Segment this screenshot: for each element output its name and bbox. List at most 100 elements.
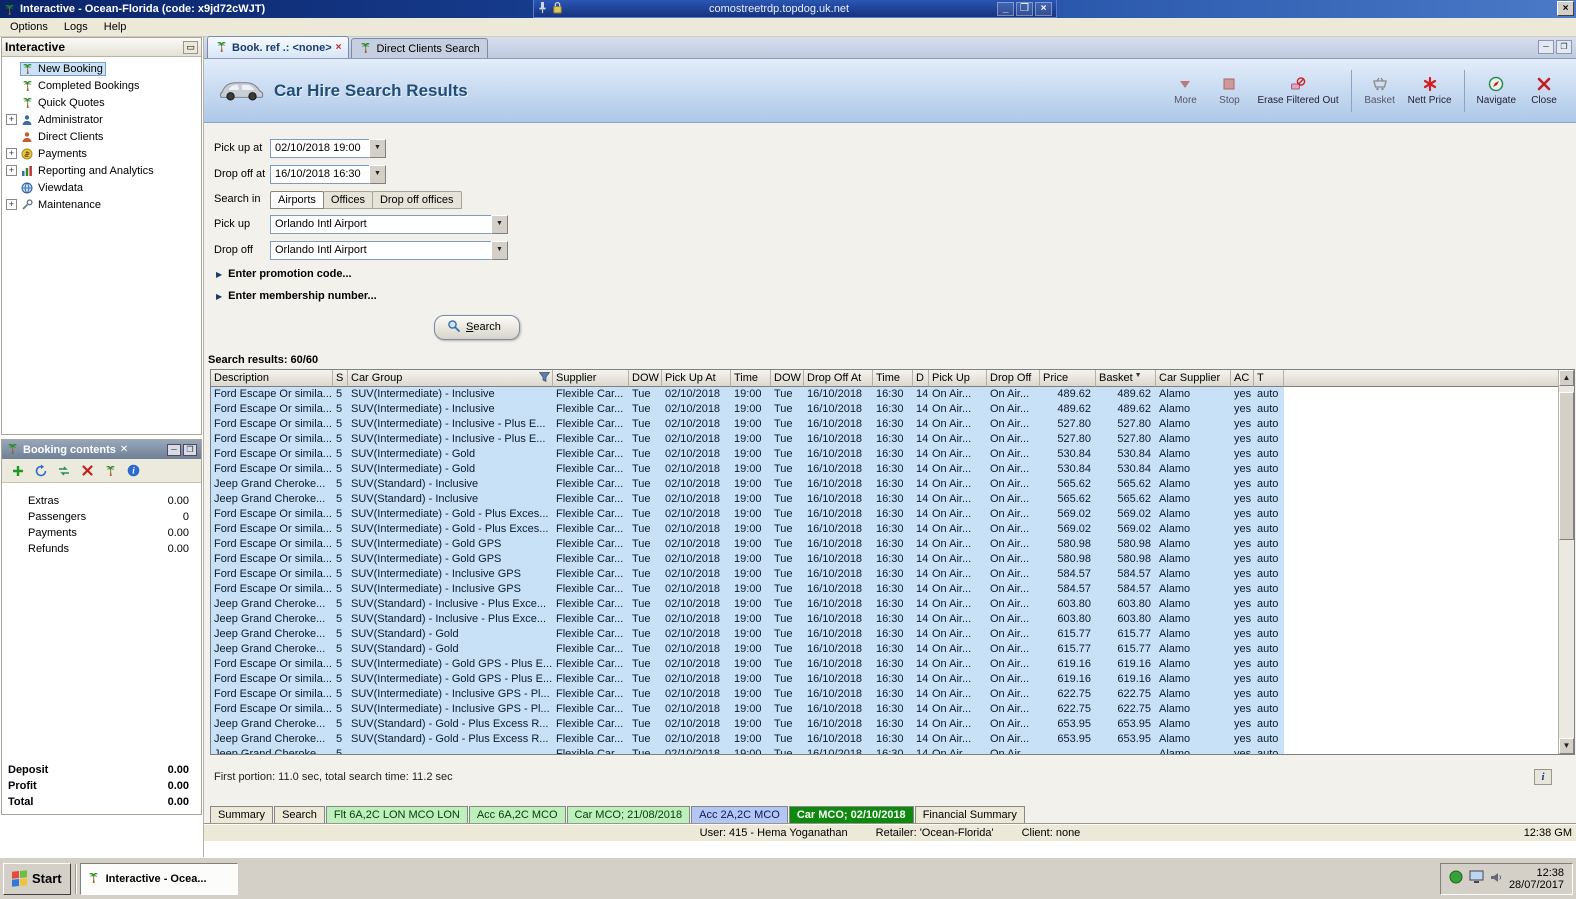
column-header-s[interactable]: S	[333, 370, 348, 387]
window-close-button[interactable]: ×	[1557, 1, 1574, 16]
expand-icon[interactable]: +	[6, 199, 17, 210]
column-header-basket[interactable]: Basket ▼	[1096, 370, 1156, 387]
transfer-icon[interactable]	[56, 463, 72, 479]
tab-close-icon[interactable]: ×	[336, 42, 342, 53]
chevron-down-icon[interactable]: ▼	[369, 164, 386, 184]
section-tab-summary[interactable]: Summary	[210, 806, 274, 824]
rdp-minimize-button[interactable]: _	[997, 1, 1014, 16]
tray-volume-icon[interactable]	[1490, 871, 1503, 887]
pickup-location-combo[interactable]: Orlando Intl Airport ▼	[270, 214, 508, 234]
section-tab-acc-6a-2c-mco[interactable]: Acc 6A,2C MCO	[468, 806, 566, 824]
column-header-supplier[interactable]: Supplier	[553, 370, 629, 387]
sidebar-item-quick-quotes[interactable]: +Quick Quotes	[2, 94, 201, 111]
scroll-down-icon[interactable]: ▼	[1559, 738, 1574, 754]
sidebar-item-viewdata[interactable]: +Viewdata	[2, 179, 201, 196]
sidebar-item-administrator[interactable]: + Administrator	[2, 111, 201, 128]
table-row[interactable]: Ford Escape Or simila... 5 SUV(Intermediat…	[211, 522, 1558, 537]
column-header-drop-off[interactable]: Drop Off	[987, 370, 1040, 387]
basket-button[interactable]: Basket	[1358, 65, 1402, 117]
taskbar-clock[interactable]: 12:38	[1509, 867, 1564, 879]
close-button[interactable]: Close	[1522, 65, 1566, 117]
info-icon[interactable]: i	[1534, 769, 1552, 785]
column-header-d[interactable]: D	[913, 370, 929, 387]
search-in-tab-offices[interactable]: Offices	[322, 190, 373, 209]
nett-price-button[interactable]: Nett Price	[1402, 65, 1458, 117]
chevron-down-icon[interactable]: ▼	[369, 138, 386, 158]
dropoff-location-combo[interactable]: Orlando Intl Airport ▼	[270, 240, 508, 260]
child-restore-button[interactable]: ❐	[1556, 40, 1572, 54]
membership-number-expander[interactable]: ▶ Enter membership number...	[216, 290, 1576, 302]
table-row[interactable]: Jeep Grand Cheroke... 5 SUV(Standard) - In…	[211, 492, 1558, 507]
tab-direct-clients-search[interactable]: Direct Clients Search	[351, 38, 488, 58]
rdp-close-button[interactable]: ×	[1035, 1, 1052, 16]
panel-collapse-button[interactable]: ▭	[183, 40, 198, 54]
booking-panel-minimize-button[interactable]: ─	[167, 443, 181, 456]
table-row[interactable]: Jeep Grand Cheroke... 5 SUV(Standard) - Go…	[211, 627, 1558, 642]
section-tab-car-mco-21-08-2018[interactable]: Car MCO; 21/08/2018	[566, 806, 691, 824]
sidebar-item-reporting-and-analytics[interactable]: + Reporting and Analytics	[2, 162, 201, 179]
refresh-icon[interactable]	[33, 463, 49, 479]
booking-item-passengers[interactable]: Passengers 0	[2, 509, 201, 525]
column-header-car-group[interactable]: Car Group	[348, 370, 553, 387]
section-tab-search[interactable]: Search	[274, 806, 325, 824]
taskbar-date[interactable]: 28/07/2017	[1509, 879, 1564, 891]
sidebar-item-payments[interactable]: + Payments	[2, 145, 201, 162]
column-header-price[interactable]: Price	[1040, 370, 1096, 387]
column-header-dow[interactable]: DOW	[629, 370, 662, 387]
column-header-time[interactable]: Time	[873, 370, 913, 387]
rdp-restore-button[interactable]: ❐	[1016, 1, 1033, 16]
tray-display-icon[interactable]	[1469, 870, 1484, 887]
expand-icon[interactable]: +	[6, 114, 17, 125]
table-row[interactable]: Ford Escape Or simila... 5 SUV(Intermediat…	[211, 582, 1558, 597]
delete-icon[interactable]	[79, 463, 95, 479]
table-row[interactable]: Ford Escape Or simila... 5 SUV(Intermediat…	[211, 537, 1558, 552]
scrollbar-thumb[interactable]	[1559, 392, 1574, 540]
stop-button[interactable]: Stop	[1207, 65, 1251, 117]
tab-book-ref-none[interactable]: Book. ref .: <none> ×	[207, 36, 350, 58]
column-header-car-supplier[interactable]: Car Supplier	[1156, 370, 1231, 387]
start-button[interactable]: Start	[3, 862, 71, 895]
column-header-drop-off-at[interactable]: Drop Off At	[804, 370, 873, 387]
dropoff-datetime-combo[interactable]: 16/10/2018 16:30 ▼	[270, 164, 386, 184]
search-in-tab-airports[interactable]: Airports	[270, 190, 324, 209]
promotion-code-expander[interactable]: ▶ Enter promotion code...	[216, 268, 1576, 280]
column-header-t[interactable]: T	[1254, 370, 1284, 387]
table-row[interactable]: Jeep Grand Cheroke... 5 SUV(Standard) - Go…	[211, 717, 1558, 732]
search-in-tab-drop-off-offices[interactable]: Drop off offices	[371, 190, 462, 209]
section-tab-car-mco-02-10-2018[interactable]: Car MCO; 02/10/2018	[788, 806, 914, 824]
pin-icon[interactable]	[538, 1, 547, 17]
child-minimize-button[interactable]: ─	[1538, 40, 1554, 54]
table-row[interactable]: Jeep Grand Cheroke... 5 SUV(Standard) - Go…	[211, 732, 1558, 747]
table-row[interactable]: Ford Escape Or simila... 5 SUV(Intermediat…	[211, 402, 1558, 417]
filter-icon[interactable]	[538, 372, 551, 385]
scrollbar-track[interactable]	[1559, 386, 1574, 738]
table-row[interactable]: Jeep Grand Cheroke... 5 Flexible Car... Tue…	[211, 747, 1558, 754]
navigate-button[interactable]: Navigate	[1471, 65, 1522, 117]
column-header-pick-up-at[interactable]: Pick Up At	[662, 370, 731, 387]
vertical-scrollbar[interactable]: ▲ ▼	[1558, 370, 1574, 754]
scroll-up-icon[interactable]: ▲	[1559, 370, 1574, 386]
booking-item-payments[interactable]: Payments 0.00	[2, 525, 201, 541]
table-row[interactable]: Ford Escape Or simila... 5 SUV(Intermediat…	[211, 417, 1558, 432]
menu-item-help[interactable]: Help	[96, 19, 135, 35]
table-row[interactable]: Ford Escape Or simila... 5 SUV(Intermediat…	[211, 387, 1558, 402]
column-header-dow[interactable]: DOW	[771, 370, 804, 387]
table-row[interactable]: Jeep Grand Cheroke... 5 SUV(Standard) - Go…	[211, 642, 1558, 657]
table-row[interactable]: Ford Escape Or simila... 5 SUV(Intermediat…	[211, 432, 1558, 447]
booking-item-extras[interactable]: Extras 0.00	[2, 493, 201, 509]
table-row[interactable]: Ford Escape Or simila... 5 SUV(Intermediat…	[211, 447, 1558, 462]
table-row[interactable]: Jeep Grand Cheroke... 5 SUV(Standard) - In…	[211, 597, 1558, 612]
menu-item-options[interactable]: Options	[2, 19, 56, 35]
table-row[interactable]: Ford Escape Or simila... 5 SUV(Intermediat…	[211, 552, 1558, 567]
column-header-description[interactable]: Description	[211, 370, 333, 387]
column-header-ac[interactable]: AC	[1231, 370, 1254, 387]
table-row[interactable]: Ford Escape Or simila... 5 SUV(Intermediat…	[211, 672, 1558, 687]
section-tab-flt-6a-2c-lon-mco-lon[interactable]: Flt 6A,2C LON MCO LON	[325, 806, 468, 824]
column-header-time[interactable]: Time	[731, 370, 771, 387]
pickup-datetime-combo[interactable]: 02/10/2018 19:00 ▼	[270, 138, 386, 158]
table-row[interactable]: Ford Escape Or simila... 5 SUV(Intermediat…	[211, 702, 1558, 717]
booking-item-refunds[interactable]: Refunds 0.00	[2, 541, 201, 557]
section-tab-financial-summary[interactable]: Financial Summary	[914, 806, 1025, 824]
table-row[interactable]: Ford Escape Or simila... 5 SUV(Intermediat…	[211, 507, 1558, 522]
sidebar-item-direct-clients[interactable]: +Direct Clients	[2, 128, 201, 145]
